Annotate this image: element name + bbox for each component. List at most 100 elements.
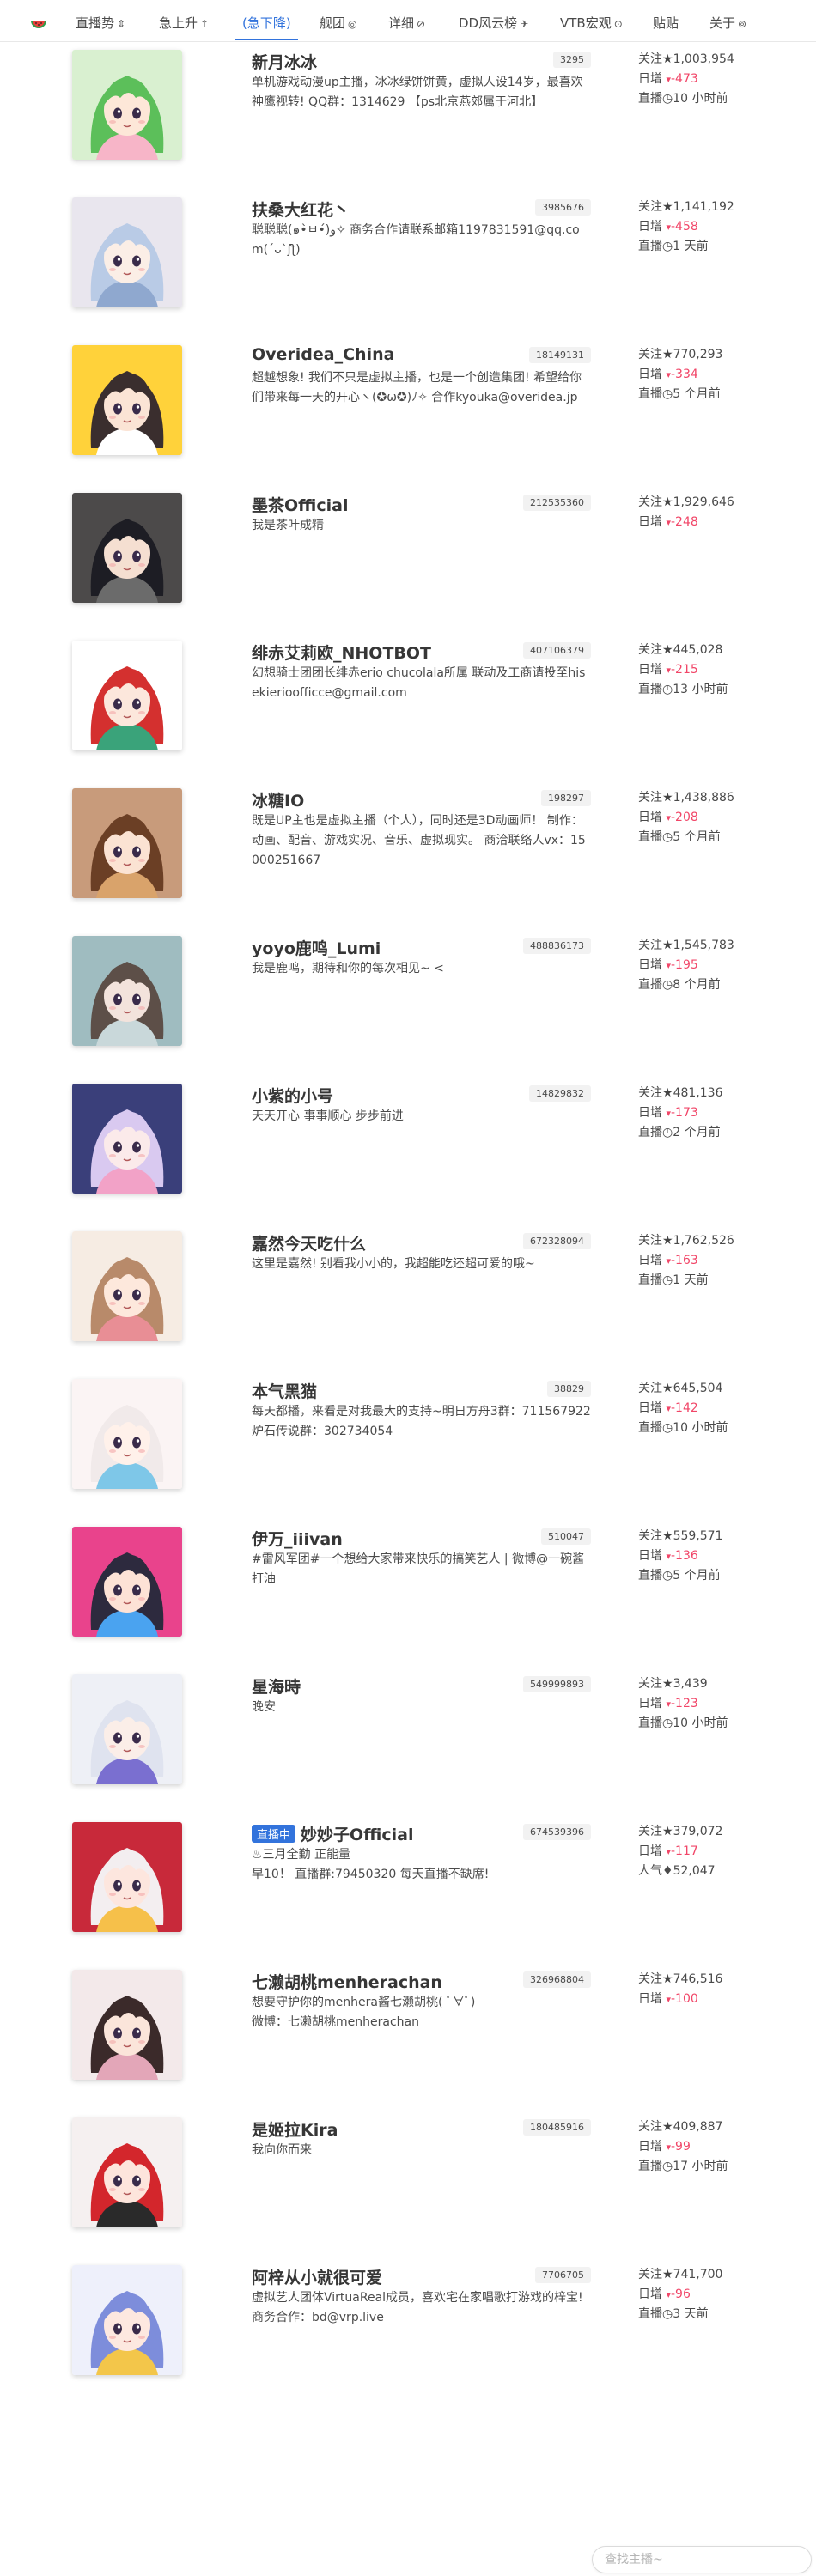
followers-value: 770,293 (673, 348, 723, 361)
vtuber-name[interactable]: 是姬拉Kira (252, 2117, 338, 2141)
vtuber-name[interactable]: 阿梓从小就很可爱 (252, 2265, 382, 2288)
vtuber-name[interactable]: 新月冰冰 (252, 50, 317, 73)
list-item[interactable]: 是姬拉Kira 180485916 我向你而来 关注★409,887 日增 ▾-99 直播… (0, 2117, 816, 2265)
star-icon: ★ (662, 1234, 673, 1248)
avatar[interactable] (72, 1084, 182, 1194)
list-item[interactable]: 伊万_iiivan 510047 #雷风军团#一个想给大家带来快乐的搞笑艺人 | 微… (0, 1527, 816, 1674)
avatar[interactable] (72, 493, 182, 603)
list-item[interactable]: 七濑胡桃menherachan 326968804 想要守护你的menhera酱七濑… (0, 1970, 816, 2117)
stats-panel: 关注★559,571 日增 ▾-136 直播◷5 个月前 (638, 1527, 722, 1586)
list-item[interactable]: 小紫的小号 14829832 天天开心 事事顺心 步步前进 关注★481,136 日增 … (0, 1084, 816, 1231)
clock-icon: ◷ (662, 387, 673, 401)
followers-value: 3,439 (673, 1677, 708, 1691)
nav-fleet[interactable]: 舰团 ◎ (320, 14, 357, 32)
followers-value: 1,003,954 (673, 52, 734, 66)
vtuber-name[interactable]: 伊万_iiivan (252, 1527, 343, 1550)
avatar[interactable] (72, 2265, 182, 2375)
star-icon: ★ (662, 495, 673, 509)
nav-rising[interactable]: 急上升 ↑ (159, 14, 209, 32)
followers-stat: 关注★1,141,192 (638, 197, 734, 217)
vtuber-name-text: Overidea_China (252, 345, 395, 364)
list-item[interactable]: 冰糖IO 198297 既是UP主也是虚拟主播（个人），同时还是3D动画师！ 制作：… (0, 788, 816, 936)
daily-label: 日增 (638, 2140, 662, 2154)
list-item[interactable]: 绯赤艾莉欧_NHOTBOT 407106379 幻想骑士团团长绯赤erio chuc… (0, 641, 816, 788)
uid-tag: 3295 (553, 52, 591, 68)
compass-icon: ⊘ (417, 18, 426, 30)
nav-detail[interactable]: 详细 ⊘ (388, 14, 425, 32)
vtuber-name[interactable]: Overidea_China (252, 345, 394, 364)
daily-label: 日增 (638, 2287, 662, 2301)
list-item[interactable]: 嘉然今天吃什么 672328094 这里是嘉然! 别看我小小的，我超能吃还超可爱的哦… (0, 1231, 816, 1379)
list-item[interactable]: 直播中 妙妙子Official 674539396 ♨三月全勤 正能量 早10！ 直播… (0, 1822, 816, 1970)
avatar[interactable] (72, 1379, 182, 1489)
clock-icon: ◷ (662, 830, 673, 844)
list-item[interactable]: 星海時 549999893 晚安 关注★3,439 日增 ▾-123 直播◷10 小时前 (0, 1674, 816, 1822)
last-live-stat: 直播◷10 小时前 (638, 1714, 728, 1734)
followers-stat: 关注★409,887 (638, 2117, 728, 2137)
vtuber-name[interactable]: 绯赤艾莉欧_NHOTBOT (252, 641, 431, 664)
daily-change-stat: 日增 ▾-99 (638, 2137, 728, 2157)
clock-icon: ◷ (662, 240, 673, 253)
vtuber-name[interactable]: 冰糖IO (252, 788, 304, 811)
avatar[interactable] (72, 1231, 182, 1341)
followers-stat: 关注★746,516 (638, 1970, 722, 1990)
star-icon: ★ (662, 1677, 673, 1691)
list-item[interactable]: Overidea_China 18149131 超越想象! 我们不只是虚拟主播，也是… (0, 345, 816, 493)
nav-live-power[interactable]: 直播势 ⇕ (76, 14, 125, 32)
daily-value: -136 (670, 1549, 698, 1563)
fire-icon: ♦ (662, 1864, 673, 1878)
vtuber-name[interactable]: 直播中 妙妙子Official (252, 1822, 413, 1845)
star-icon: ★ (662, 1086, 673, 1100)
avatar[interactable] (72, 788, 182, 898)
vtuber-name[interactable]: 墨茶Official (252, 493, 348, 516)
list-item[interactable]: 新月冰冰 3295 单机游戏动漫up主播，冰冰绿饼饼黄，虚拟人设14岁，最喜欢神鹰视… (0, 50, 816, 197)
nav-falling[interactable]: (急下降) (235, 14, 298, 40)
list-item[interactable]: yoyo鹿鸣_Lumi 488836173 我是鹿鸣，期待和你的每次相见~ < 关注★… (0, 936, 816, 1084)
list-item[interactable]: 本气黑猫 38829 每天都播，来看是对我最大的支持~明日方舟3群：71156792… (0, 1379, 816, 1527)
avatar[interactable] (72, 2117, 182, 2227)
avatar[interactable] (72, 1970, 182, 2080)
avatar[interactable] (72, 936, 182, 1046)
daily-label: 日增 (638, 1401, 662, 1415)
nav-tietie[interactable]: 贴贴 (653, 14, 679, 32)
followers-value: 379,072 (673, 1825, 723, 1838)
vtuber-name[interactable]: 扶桑大红花丶 (252, 197, 350, 221)
daily-label: 日增 (638, 220, 662, 234)
third-value: 17 小时前 (673, 2160, 728, 2173)
followers-label: 关注 (638, 2120, 662, 2134)
clock-icon: ◷ (662, 1569, 673, 1583)
avatar[interactable] (72, 345, 182, 455)
list-item[interactable]: 墨茶Official 212535360 我是茶叶成精 关注★1,929,646 日增 … (0, 493, 816, 641)
stats-panel: 关注★1,003,954 日增 ▾-473 直播◷10 小时前 (638, 50, 734, 109)
nav-vtb-macro[interactable]: VTB宏观 ⊙ (560, 14, 623, 32)
nav-about[interactable]: 关于 ⊚ (709, 14, 746, 32)
daily-change-stat: 日增 ▾-142 (638, 1399, 728, 1419)
vtuber-name[interactable]: 小紫的小号 (252, 1084, 333, 1107)
avatar[interactable] (72, 50, 182, 160)
watermelon-logo-icon[interactable] (29, 14, 48, 33)
list-item[interactable]: 阿梓从小就很可爱 7706705 虚拟艺人团体VirtuaReal成员，喜欢宅在家唱… (0, 2265, 816, 2413)
daily-change-stat: 日增 ▾-215 (638, 660, 728, 680)
nav-label: 关于 (709, 15, 736, 31)
vtuber-name[interactable]: 星海時 (252, 1674, 301, 1698)
daily-value: -142 (670, 1401, 698, 1415)
avatar[interactable] (72, 1674, 182, 1784)
avatar[interactable] (72, 641, 182, 750)
third-label: 直播 (638, 1716, 662, 1730)
search-input[interactable] (592, 2546, 812, 2573)
vtuber-description: 幻想骑士团团长绯赤erio chucolala所属 联动及工商请投至hiseki… (252, 666, 586, 700)
avatar[interactable] (72, 197, 182, 307)
avatar[interactable] (72, 1527, 182, 1637)
star-icon: ★ (662, 2120, 673, 2134)
live-badge[interactable]: 直播中 (252, 1825, 296, 1843)
nav-dd-ranking[interactable]: DD风云榜 ✈ (459, 14, 528, 32)
list-item[interactable]: 扶桑大红花丶 3985676 聪聪聪(๑•̀ㅂ•́)و✧ 商务合作请联系邮箱1197… (0, 197, 816, 345)
vtuber-name[interactable]: 本气黑猫 (252, 1379, 317, 1402)
vtuber-name-text: 伊万_iiivan (252, 1530, 343, 1549)
vtuber-name[interactable]: yoyo鹿鸣_Lumi (252, 936, 381, 959)
vtuber-name[interactable]: 嘉然今天吃什么 (252, 1231, 366, 1255)
followers-value: 1,929,646 (673, 495, 734, 509)
avatar[interactable] (72, 1822, 182, 1932)
vtuber-name[interactable]: 七濑胡桃menherachan (252, 1970, 442, 1993)
followers-stat: 关注★645,504 (638, 1379, 728, 1399)
